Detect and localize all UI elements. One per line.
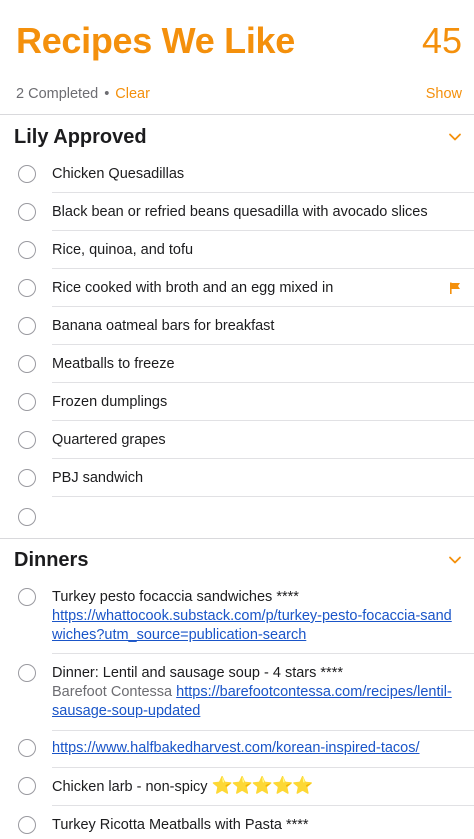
section-title: Lily Approved [14, 126, 147, 148]
list-item[interactable]: Banana oatmeal bars for breakfast [0, 307, 474, 345]
new-item-row[interactable] [0, 497, 474, 535]
item-link[interactable]: https://whattocook.substack.com/p/turkey… [52, 607, 452, 645]
checkbox-circle[interactable] [18, 739, 36, 757]
checkbox-circle[interactable] [18, 469, 36, 487]
show-button[interactable]: Show [426, 86, 462, 102]
item-title[interactable]: Frozen dumplings [52, 393, 452, 412]
chevron-down-icon[interactable] [448, 130, 462, 144]
list-item[interactable]: Turkey Ricotta Meatballs with Pasta **** [0, 806, 474, 839]
checkbox-circle[interactable] [18, 431, 36, 449]
item-title: Dinner: Lentil and sausage soup - 4 star… [52, 665, 343, 681]
item-title[interactable]: Quartered grapes [52, 431, 452, 450]
item-title[interactable]: Banana oatmeal bars for breakfast [52, 317, 452, 336]
checkbox-circle[interactable] [18, 165, 36, 183]
item-content[interactable]: Chicken larb - non-spicy ⭐⭐⭐⭐⭐ [52, 776, 452, 797]
checkbox-circle[interactable] [18, 241, 36, 259]
item-title[interactable]: Meatballs to freeze [52, 355, 452, 374]
list-item[interactable]: Chicken Quesadillas [0, 155, 474, 193]
item-title[interactable]: Black bean or refried beans quesadilla w… [52, 203, 452, 222]
list-item[interactable]: Rice, quinoa, and tofu [0, 231, 474, 269]
checkbox-circle[interactable] [18, 279, 36, 297]
clear-button[interactable]: Clear [115, 86, 150, 102]
list-item[interactable]: Rice cooked with broth and an egg mixed … [0, 269, 474, 307]
item-title[interactable]: Chicken Quesadillas [52, 165, 452, 184]
rating-stars: ⭐⭐⭐⭐⭐ [211, 776, 314, 795]
list-item[interactable]: Dinner: Lentil and sausage soup - 4 star… [0, 654, 474, 731]
item-title: Chicken larb - non-spicy [52, 779, 208, 795]
list-item[interactable]: Chicken larb - non-spicy ⭐⭐⭐⭐⭐ [0, 768, 474, 806]
checkbox-circle[interactable] [18, 664, 36, 682]
list-item[interactable]: PBJ sandwich [0, 459, 474, 497]
list-item[interactable]: Turkey pesto focaccia sandwiches **** ht… [0, 580, 474, 654]
list-item[interactable]: Black bean or refried beans quesadilla w… [0, 193, 474, 231]
item-content[interactable]: Turkey pesto focaccia sandwiches **** ht… [52, 588, 452, 645]
item-notes: Barefoot Contessa https://barefootcontes… [52, 683, 452, 721]
checkbox-circle[interactable] [18, 508, 36, 526]
item-title[interactable]: Turkey Ricotta Meatballs with Pasta **** [52, 816, 452, 835]
checkbox-circle[interactable] [18, 317, 36, 335]
item-title[interactable]: Rice cooked with broth and an egg mixed … [52, 279, 452, 298]
completed-count: 2 Completed [16, 86, 99, 102]
list-item[interactable]: Meatballs to freeze [0, 345, 474, 383]
section-header-dinners[interactable]: Dinners [0, 541, 474, 581]
item-content[interactable]: Dinner: Lentil and sausage soup - 4 star… [52, 664, 452, 721]
section-title: Dinners [14, 549, 89, 571]
checkbox-circle[interactable] [18, 777, 36, 795]
list-item[interactable]: Frozen dumplings [0, 383, 474, 421]
list-item[interactable]: Quartered grapes [0, 421, 474, 459]
chevron-down-icon[interactable] [448, 553, 462, 567]
section-divider [0, 538, 474, 539]
flag-icon [450, 282, 460, 294]
item-note: Barefoot Contessa [52, 684, 173, 700]
checkbox-circle[interactable] [18, 203, 36, 221]
item-link[interactable]: https://www.halfbakedharvest.com/korean-… [52, 739, 452, 758]
checkbox-circle[interactable] [18, 393, 36, 411]
item-title: Turkey pesto focaccia sandwiches **** [52, 589, 299, 605]
checkbox-circle[interactable] [18, 588, 36, 606]
header-divider [0, 114, 474, 115]
item-count: 45 [421, 20, 462, 61]
section-header-lily-approved[interactable]: Lily Approved [0, 118, 474, 158]
item-title[interactable]: PBJ sandwich [52, 469, 452, 488]
completed-bar: 2 Completed • Clear Show [16, 86, 462, 106]
list-title: Recipes We Like [16, 20, 295, 61]
item-title[interactable]: Rice, quinoa, and tofu [52, 241, 452, 260]
separator-dot: • [104, 86, 110, 102]
list-item[interactable]: https://www.halfbakedharvest.com/korean-… [0, 730, 474, 768]
list-header: Recipes We Like 45 [0, 0, 474, 80]
checkbox-circle[interactable] [18, 816, 36, 834]
checkbox-circle[interactable] [18, 355, 36, 373]
